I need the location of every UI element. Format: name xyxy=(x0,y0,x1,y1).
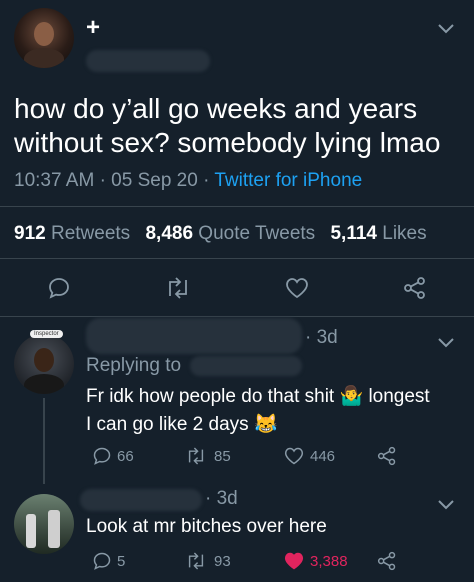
follow-badge[interactable]: + xyxy=(86,14,100,42)
tweet-text: how do y’all go weeks and years without … xyxy=(14,93,441,158)
quotes-label: Quote Tweets xyxy=(198,223,316,244)
chevron-down-icon[interactable] xyxy=(438,494,454,515)
reply1-replies-count: 66 xyxy=(117,448,134,465)
share-icon[interactable] xyxy=(402,276,428,300)
retweet-icon[interactable] xyxy=(184,446,208,466)
shrug-emoji: 🤷‍♂️ xyxy=(339,386,364,407)
crying-cat-emoji: 😹 xyxy=(253,414,278,435)
reply1-time: · 3d xyxy=(305,327,338,348)
reply2-retweets-count: 93 xyxy=(214,553,231,570)
tweet-source-link[interactable]: Twitter for iPhone xyxy=(214,170,362,191)
divider xyxy=(0,316,474,317)
share-icon[interactable] xyxy=(376,551,398,571)
tweet-stats: 912 Retweets 8,486 Quote Tweets 5,114 Li… xyxy=(14,223,427,245)
likes-count: 5,114 xyxy=(330,223,377,244)
meta-separator: · xyxy=(99,170,106,191)
meta-separator: · xyxy=(203,170,210,191)
quotes-stat[interactable]: 8,486 Quote Tweets xyxy=(145,223,320,244)
divider xyxy=(0,206,474,207)
reply2-text: Look at mr bitches over here xyxy=(86,516,327,537)
reply-icon[interactable] xyxy=(92,551,112,571)
reply2-time: · 3d xyxy=(205,488,238,509)
tweet-meta: 10:37 AM · 05 Sep 20 · Twitter for iPhon… xyxy=(14,170,362,192)
author-avatar[interactable] xyxy=(14,8,74,68)
likes-label: Likes xyxy=(382,223,427,244)
retweet-icon[interactable] xyxy=(163,276,193,300)
tweet-date: 05 Sep 20 xyxy=(111,170,198,191)
reply1-text: Fr idk how people do that shit 🤷‍♂️ long… xyxy=(86,383,466,439)
reply1-text-line1b: longest xyxy=(368,386,430,407)
reply-icon[interactable] xyxy=(92,446,112,466)
tweet-time: 10:37 AM xyxy=(14,170,95,191)
retweet-icon[interactable] xyxy=(184,551,208,571)
inspector-badge: Inspector xyxy=(30,330,63,338)
reply1-text-line2: I can go like 2 days xyxy=(86,414,249,435)
reply1-likes-count: 446 xyxy=(310,448,336,465)
like-icon[interactable] xyxy=(284,276,310,300)
quotes-count: 8,486 xyxy=(145,223,194,244)
reply-icon[interactable] xyxy=(47,276,71,300)
reply1-text-line1: Fr idk how people do that shit xyxy=(86,386,335,407)
likes-stat[interactable]: 5,114 Likes xyxy=(330,223,426,244)
replying-to-handle-redacted[interactable] xyxy=(190,356,302,376)
chevron-down-icon[interactable] xyxy=(438,332,454,353)
replying-to-label: Replying to xyxy=(86,355,182,376)
liked-heart-icon[interactable] xyxy=(283,551,305,571)
author-name-redacted xyxy=(86,50,210,72)
retweets-label: Retweets xyxy=(50,223,131,244)
reply1-retweets-count: 85 xyxy=(214,448,231,465)
thread-line xyxy=(43,398,45,484)
retweets-stat[interactable]: 912 Retweets xyxy=(14,223,135,244)
share-icon[interactable] xyxy=(376,446,398,466)
reply1-name-redacted xyxy=(86,318,302,354)
reply1-avatar[interactable] xyxy=(14,334,74,394)
reply2-avatar[interactable] xyxy=(14,494,74,554)
reply2-name-redacted xyxy=(80,489,202,511)
retweets-count: 912 xyxy=(14,223,46,244)
reply2-likes-count: 3,388 xyxy=(310,553,348,570)
reply2-replies-count: 5 xyxy=(117,553,126,570)
chevron-down-icon[interactable] xyxy=(438,18,454,39)
divider xyxy=(0,258,474,259)
like-icon[interactable] xyxy=(283,446,305,466)
